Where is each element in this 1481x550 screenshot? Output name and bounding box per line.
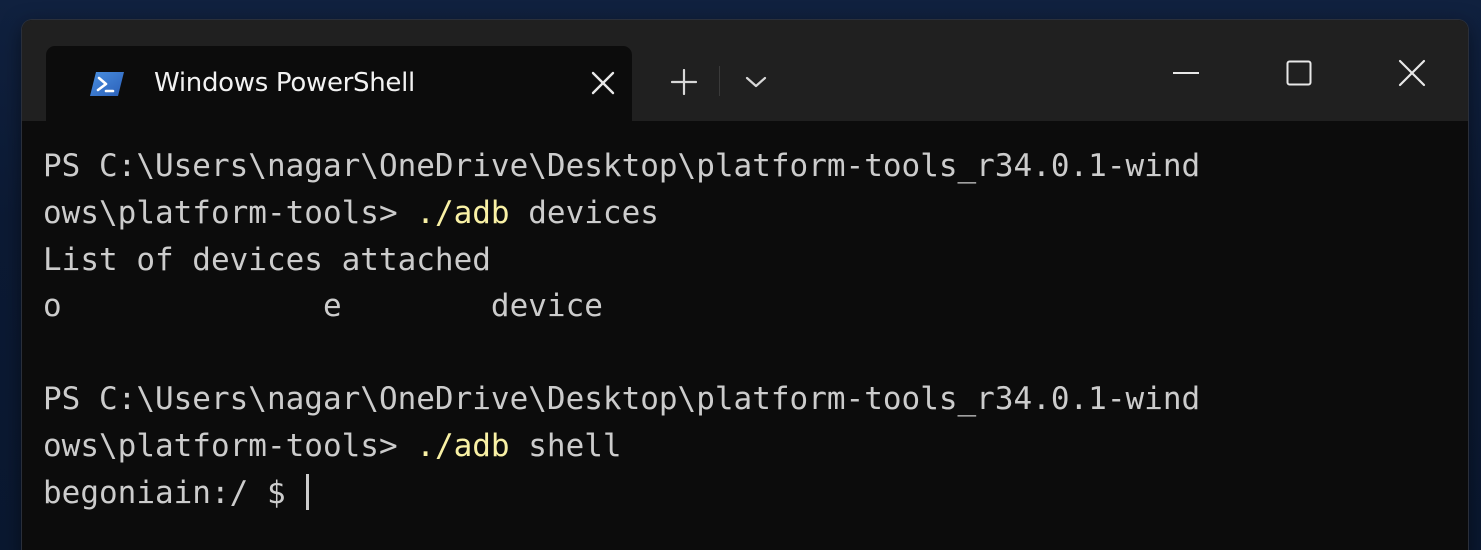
- terminal-output[interactable]: PS C:\Users\nagar\OneDrive\Desktop\platf…: [22, 121, 1468, 550]
- close-icon: [591, 71, 615, 95]
- output-text: List of devices attached: [43, 242, 491, 278]
- output-text: o e device: [43, 288, 603, 324]
- terminal-line: ows\platform-tools> ./adb shell: [43, 423, 622, 469]
- command-text: ./adb: [416, 428, 510, 464]
- plus-icon: [671, 69, 697, 95]
- minimize-icon: [1173, 72, 1199, 74]
- toolbar-divider: [719, 66, 720, 96]
- tab-close-button[interactable]: [586, 66, 620, 100]
- prompt-text: PS C:\Users\nagar\OneDrive\Desktop\platf…: [43, 381, 1201, 417]
- prompt-text: ows\platform-tools>: [43, 428, 417, 464]
- prompt-text: ows\platform-tools>: [43, 195, 417, 231]
- text-cursor: [306, 474, 310, 510]
- window-close-button[interactable]: [1382, 48, 1442, 98]
- terminal-line: PS C:\Users\nagar\OneDrive\Desktop\platf…: [43, 143, 1200, 189]
- minimize-button[interactable]: [1156, 48, 1216, 98]
- terminal-line: PS C:\Users\nagar\OneDrive\Desktop\platf…: [43, 376, 1200, 422]
- shell-prompt: begoniain:/ $: [43, 475, 305, 511]
- tab-title: Windows PowerShell: [154, 68, 415, 98]
- desktop-background: Windows PowerShell PS C:\Users\nagar\One…: [0, 0, 1481, 550]
- chevron-down-icon: [745, 76, 767, 88]
- tab-windows-powershell[interactable]: Windows PowerShell: [46, 46, 632, 121]
- tab-dropdown-button[interactable]: [734, 60, 778, 104]
- new-tab-button[interactable]: [662, 60, 706, 104]
- terminal-line: begoniain:/ $: [43, 470, 310, 516]
- terminal-line: ows\platform-tools> ./adb devices: [43, 190, 659, 236]
- terminal-window: Windows PowerShell PS C:\Users\nagar\One…: [22, 20, 1468, 550]
- terminal-line: List of devices attached: [43, 237, 491, 283]
- prompt-text: PS C:\Users\nagar\OneDrive\Desktop\platf…: [43, 148, 1201, 184]
- close-icon: [1398, 59, 1426, 87]
- powershell-icon: [90, 70, 124, 98]
- command-text: ./adb: [416, 195, 510, 231]
- command-args: devices: [509, 195, 659, 231]
- command-args: shell: [509, 428, 622, 464]
- maximize-icon: [1286, 60, 1312, 86]
- maximize-button[interactable]: [1269, 48, 1329, 98]
- title-bar: Windows PowerShell: [22, 20, 1468, 121]
- terminal-line: o e device: [43, 283, 603, 329]
